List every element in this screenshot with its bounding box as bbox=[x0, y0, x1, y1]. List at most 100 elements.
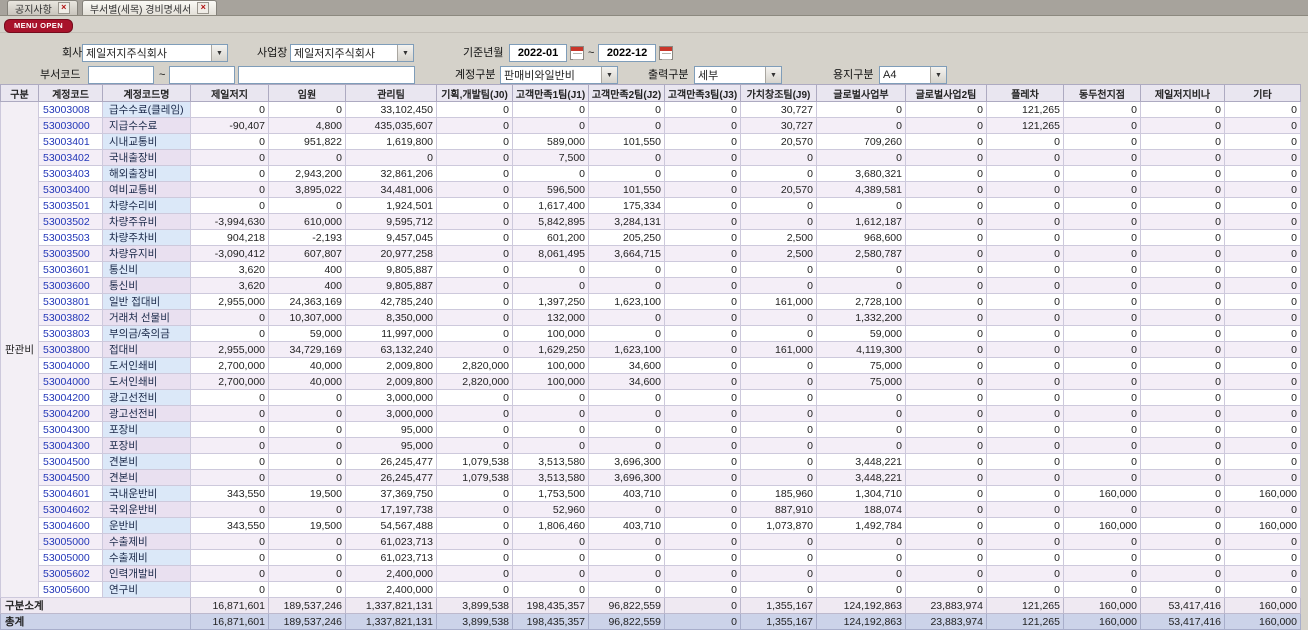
amount-cell: 53,417,416 bbox=[1140, 597, 1225, 614]
amount-cell: 0 bbox=[664, 389, 741, 406]
table-row[interactable]: 53003800 접대비 2,955,000 34,729,169 63,132,240… bbox=[1, 341, 1301, 358]
amount-cell: 0 bbox=[436, 309, 513, 326]
amount-cell: 1,612,187 bbox=[816, 213, 906, 230]
amount-cell: 0 bbox=[1140, 261, 1225, 278]
amount-cell: 0 bbox=[268, 469, 346, 486]
table-row[interactable]: 53003500 차량유지비 -3,090,412 607,807 20,977,258… bbox=[1, 245, 1301, 262]
table-row[interactable]: 53005602 인력개발비 0 0 2,400,000 0 0 0 0 0 0 0 0 0 0 0 bbox=[1, 565, 1301, 582]
amount-cell: 0 bbox=[268, 405, 346, 422]
amount-cell: 0 bbox=[588, 501, 665, 518]
column-header: 가치창조팀(J9) bbox=[740, 84, 817, 102]
site-select[interactable]: 제일저지주식회사 ▼ bbox=[290, 44, 414, 62]
table-row[interactable]: 53005000 수출제비 0 0 61,023,713 0 0 0 0 0 0 0 0 0 0 0 bbox=[1, 549, 1301, 566]
period-to-input[interactable] bbox=[598, 44, 656, 62]
calendar-icon[interactable] bbox=[570, 46, 584, 60]
amount-cell: 3,696,300 bbox=[588, 469, 665, 486]
table-row[interactable]: 53003601 통신비 3,620 400 9,805,887 0 0 0 0 0 0 0 0 0 0 0 bbox=[1, 261, 1301, 278]
dept-code-to-input[interactable] bbox=[169, 66, 235, 84]
amount-cell: 0 bbox=[512, 165, 589, 182]
company-select[interactable]: 제일저지주식회사 ▼ bbox=[82, 44, 228, 62]
account-name-cell: 해외출장비 bbox=[102, 165, 191, 182]
table-row[interactable]: 53005000 수출제비 0 0 61,023,713 0 0 0 0 0 0 0 0 0 0 0 bbox=[1, 533, 1301, 550]
chevron-down-icon: ▼ bbox=[211, 45, 227, 61]
table-row[interactable]: 53003000 지급수수료 -90,407 4,800 435,035,607 0 0 0 0… bbox=[1, 117, 1301, 134]
amount-cell: 10,307,000 bbox=[268, 309, 346, 326]
account-code-cell: 53004500 bbox=[38, 453, 103, 470]
amount-cell: 0 bbox=[1063, 533, 1141, 550]
table-row[interactable]: 53004000 도서인쇄비 2,700,000 40,000 2,009,800 2,8… bbox=[1, 357, 1301, 374]
amount-cell: 3,448,221 bbox=[816, 453, 906, 470]
amount-cell: 0 bbox=[664, 101, 741, 118]
table-row[interactable]: 53003502 차량주유비 -3,994,630 610,000 9,595,712 0… bbox=[1, 213, 1301, 230]
account-name-cell: 거래처 선물비 bbox=[102, 309, 191, 326]
amount-cell: 904,218 bbox=[190, 229, 269, 246]
tab-bar: 공지사항 × 부서별(세목) 경비명세서 × bbox=[0, 0, 1308, 16]
table-row[interactable]: 53004500 견본비 0 0 26,245,477 1,079,538 3,513,58… bbox=[1, 453, 1301, 470]
amount-cell: 30,727 bbox=[740, 101, 817, 118]
table-row[interactable]: 53003402 국내출장비 0 0 0 0 7,500 0 0 0 0 0 0 0 0 0 bbox=[1, 149, 1301, 166]
table-row[interactable]: 53003401 시내교통비 0 951,822 1,619,800 0 589,000 10… bbox=[1, 133, 1301, 150]
tab-notice[interactable]: 공지사항 × bbox=[7, 0, 78, 16]
amount-cell: 4,119,300 bbox=[816, 341, 906, 358]
amount-cell: 75,000 bbox=[816, 373, 906, 390]
menu-open-button[interactable]: MENU OPEN bbox=[4, 19, 74, 33]
table-row[interactable]: 53004500 견본비 0 0 26,245,477 1,079,538 3,513,58… bbox=[1, 469, 1301, 486]
tab-close-icon[interactable]: × bbox=[197, 2, 210, 14]
amount-cell: 0 bbox=[986, 133, 1064, 150]
amount-cell: 0 bbox=[905, 357, 987, 374]
tab-expense-report[interactable]: 부서별(세목) 경비명세서 × bbox=[81, 0, 218, 16]
amount-cell: 19,500 bbox=[268, 485, 346, 502]
amount-cell: 0 bbox=[512, 421, 589, 438]
account-type-select[interactable]: 판매비와일반비 ▼ bbox=[500, 66, 618, 84]
amount-cell: 0 bbox=[512, 261, 589, 278]
dept-code-from-input[interactable] bbox=[88, 66, 154, 84]
amount-cell: 0 bbox=[664, 533, 741, 550]
amount-cell: 0 bbox=[190, 437, 269, 454]
amount-cell: 0 bbox=[664, 421, 741, 438]
amount-cell: 96,822,559 bbox=[588, 613, 665, 630]
amount-cell: 42,785,240 bbox=[345, 293, 437, 310]
amount-cell: 0 bbox=[436, 261, 513, 278]
table-row[interactable]: 53003403 해외출장비 0 2,943,200 32,861,206 0 0 0 0 0 3,… bbox=[1, 165, 1301, 182]
amount-cell: 0 bbox=[1063, 309, 1141, 326]
amount-cell: 121,265 bbox=[986, 613, 1064, 630]
amount-cell: 0 bbox=[1140, 101, 1225, 118]
amount-cell: 0 bbox=[986, 437, 1064, 454]
period-from-input[interactable] bbox=[509, 44, 567, 62]
table-row[interactable]: 판관비 53003008 급수수료(클레임) 0 0 33,102,450 0 0 0 0 30,7… bbox=[0, 101, 1301, 598]
table-row[interactable]: 53005600 연구비 0 0 2,400,000 0 0 0 0 0 0 0 0 0 0 0 bbox=[1, 581, 1301, 598]
amount-cell: 1,355,167 bbox=[740, 613, 817, 630]
account-name-cell: 국내출장비 bbox=[102, 149, 191, 166]
table-row[interactable]: 53004300 포장비 0 0 95,000 0 0 0 0 0 0 0 0 0 0 0 bbox=[1, 421, 1301, 438]
amount-cell: 0 bbox=[816, 549, 906, 566]
table-row[interactable]: 53003600 통신비 3,620 400 9,805,887 0 0 0 0 0 0 0 0 0 0 0 bbox=[1, 277, 1301, 294]
table-row[interactable]: 53004200 광고선전비 0 0 3,000,000 0 0 0 0 0 0 0 0 0 0 0 bbox=[1, 405, 1301, 422]
amount-cell: 0 bbox=[740, 357, 817, 374]
table-row[interactable]: 53003400 여비교통비 0 3,895,022 34,481,006 0 596,50… bbox=[1, 181, 1301, 198]
table-row[interactable]: 53004600 운반비 343,550 19,500 54,567,488 0 1,806… bbox=[1, 517, 1301, 534]
calendar-icon[interactable] bbox=[659, 46, 673, 60]
table-row[interactable]: 53004200 광고선전비 0 0 3,000,000 0 0 0 0 0 0 0 0 0 0 0 bbox=[1, 389, 1301, 406]
table-row[interactable]: 53003801 일반 접대비 2,955,000 24,363,169 42,785,… bbox=[1, 293, 1301, 310]
amount-cell: 34,600 bbox=[588, 373, 665, 390]
dept-name-field[interactable] bbox=[238, 66, 415, 84]
amount-cell: 0 bbox=[436, 437, 513, 454]
table-row[interactable]: 53004601 국내운반비 343,550 19,500 37,369,750 0 1,7… bbox=[1, 485, 1301, 502]
table-row[interactable]: 53003501 차량수리비 0 0 1,924,501 0 1,617,400 175,33… bbox=[1, 197, 1301, 214]
table-row[interactable]: 53003803 부의금/축의금 0 59,000 11,997,000 0 100,000… bbox=[1, 325, 1301, 342]
table-row[interactable]: 53003503 차량주차비 904,218 -2,193 9,457,045 0 601,… bbox=[1, 229, 1301, 246]
amount-cell: 3,513,580 bbox=[512, 469, 589, 486]
table-row[interactable]: 53003802 거래처 선물비 0 10,307,000 8,350,000 0 132,… bbox=[1, 309, 1301, 326]
amount-cell: 0 bbox=[1063, 133, 1141, 150]
amount-cell: 0 bbox=[1140, 245, 1225, 262]
amount-cell: 20,977,258 bbox=[345, 245, 437, 262]
paper-type-select[interactable]: A4 ▼ bbox=[879, 66, 947, 84]
output-type-select[interactable]: 세부 ▼ bbox=[694, 66, 782, 84]
amount-cell: 0 bbox=[436, 581, 513, 598]
account-code-cell: 53004200 bbox=[38, 389, 103, 406]
table-row[interactable]: 53004602 국외운반비 0 0 17,197,738 0 52,960 0 0 887,91… bbox=[1, 501, 1301, 518]
amount-cell: 0 bbox=[512, 581, 589, 598]
table-row[interactable]: 53004300 포장비 0 0 95,000 0 0 0 0 0 0 0 0 0 0 0 bbox=[1, 437, 1301, 454]
table-row[interactable]: 53004000 도서인쇄비 2,700,000 40,000 2,009,800 2,8… bbox=[1, 373, 1301, 390]
tab-close-icon[interactable]: × bbox=[57, 2, 70, 14]
